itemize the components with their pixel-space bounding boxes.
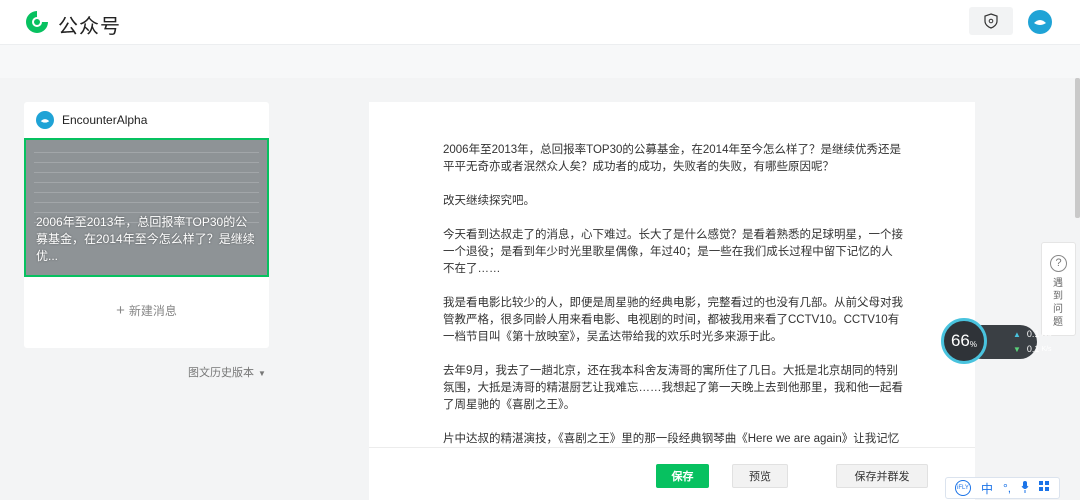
history-version-dropdown[interactable]: 图文历史版本 ▼ [188, 364, 266, 380]
article-list-card: EncounterAlpha 2006年至2013年，总回报率TOP30的公募基… [24, 102, 269, 348]
memory-usage-circle: 66% [941, 318, 987, 364]
upload-value: 0.1 [1026, 329, 1040, 339]
upload-unit: K/s [1041, 330, 1052, 338]
download-unit: K/s [1041, 345, 1052, 353]
save-button[interactable]: 保存 [656, 464, 709, 488]
plus-icon: + [116, 302, 125, 319]
article-editor[interactable]: 2006年至2013年，总回报率TOP30的公募基金，在2014年至今怎么样了？… [369, 102, 975, 500]
caret-down-icon: ▼ [258, 369, 266, 378]
question-icon: ? [1050, 255, 1067, 272]
account-avatar [36, 111, 54, 129]
security-button[interactable] [969, 7, 1013, 35]
history-label: 图文历史版本 [188, 367, 254, 379]
ime-logo-icon[interactable]: iFLY [954, 480, 971, 496]
article-paragraph: 今天看到达叔走了的消息，心下难过。长大了是什么感觉？是看着熟悉的足球明星，一个接… [443, 229, 903, 275]
help-tab[interactable]: ? 遇到问题 [1041, 242, 1076, 336]
article-paragraph: 2006年至2013年，总回报率TOP30的公募基金，在2014年至今怎么样了？… [443, 144, 901, 173]
ime-menu-grid-icon[interactable] [1039, 481, 1050, 495]
cover-table-line [34, 162, 259, 163]
download-value: 0.1 [1026, 344, 1040, 354]
article-cover-item[interactable]: 2006年至2013年，总回报率TOP30的公募基金，在2014年至今怎么样了？… [24, 138, 269, 277]
cover-table-line [34, 212, 259, 213]
account-name: EncounterAlpha [62, 113, 148, 127]
page-scrollbar[interactable] [1075, 78, 1080, 218]
new-message-button[interactable]: + 新建消息 [24, 302, 269, 319]
top-bar: 公众号 [0, 0, 1080, 44]
article-paragraph: 改天继续探究吧。 [443, 195, 535, 207]
help-label: 遇到问题 [1053, 278, 1063, 328]
microphone-icon[interactable] [1021, 480, 1029, 496]
ime-language-toggle[interactable]: 中 [981, 480, 993, 497]
sub-header [0, 44, 1080, 78]
article-body[interactable]: 2006年至2013年，总回报率TOP30的公募基金，在2014年至今怎么样了？… [443, 142, 903, 465]
account-row: EncounterAlpha [36, 111, 147, 129]
article-paragraph: 去年9月，我去了一趟北京，还在我本科舍友涛哥的寓所住了几日。大抵是北京胡同的特别… [443, 365, 903, 411]
brand-title: 公众号 [58, 16, 121, 38]
new-message-label: 新建消息 [128, 304, 177, 318]
cover-title: 2006年至2013年，总回报率TOP30的公募基金，在2014年至今怎么样了？… [36, 215, 255, 263]
usage-percent-unit: % [969, 339, 978, 349]
arrow-down-icon: ▼ [1013, 344, 1021, 354]
usage-percent: 66 [950, 331, 970, 350]
ime-punctuation-toggle[interactable]: °, [1003, 481, 1011, 495]
cover-table-line [34, 172, 259, 173]
save-and-publish-button[interactable]: 保存并群发 [836, 464, 928, 488]
article-paragraph: 我是看电影比较少的人，即便是周星驰的经典电影，完整看过的也没有几部。从前父母对我… [443, 297, 903, 343]
cover-table-line [34, 202, 259, 203]
shield-icon [984, 13, 998, 29]
download-speed: ▼ 0.1 K/s [1013, 344, 1052, 354]
ime-toolbar[interactable]: iFLY 中 °, [945, 477, 1060, 499]
cover-table-line [34, 182, 259, 183]
avatar-icon [1034, 20, 1046, 25]
cover-table-line [34, 152, 259, 153]
article-paragraph: 片中达叔的精湛演技，《喜剧之王》里的那一段经典钢琴曲《Here we are a… [443, 433, 900, 445]
cover-table-line [34, 192, 259, 193]
action-bar: 保存 预览 保存并群发 [369, 447, 975, 500]
avatar-icon [40, 118, 50, 123]
wechat-official-logo-icon [26, 11, 48, 33]
user-avatar[interactable] [1028, 10, 1052, 34]
upload-speed: ▲ 0.1 K/s [1013, 329, 1052, 339]
network-speed-widget[interactable]: ▲ 0.1 K/s ▼ 0.1 K/s 66% [941, 318, 1052, 364]
arrow-up-icon: ▲ [1013, 329, 1021, 339]
preview-button[interactable]: 预览 [732, 464, 788, 488]
